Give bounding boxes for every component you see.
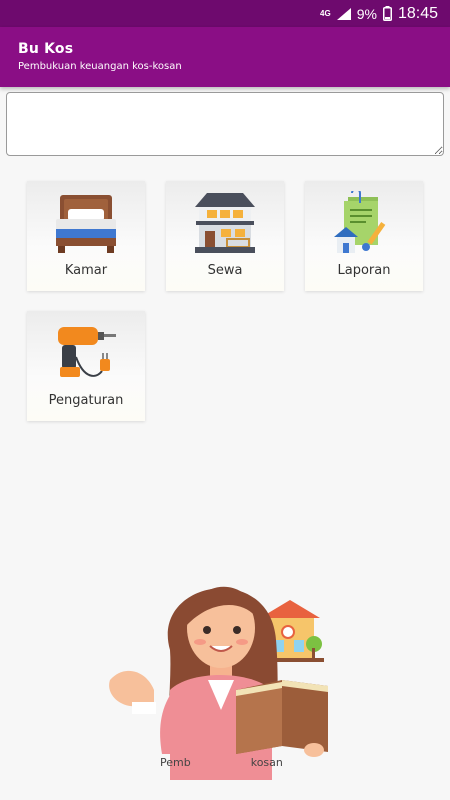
hero-caption-left: Pemb — [160, 756, 191, 769]
app-title: Bu Kos — [18, 41, 74, 57]
hero-caption: Pemb kosan — [160, 756, 300, 769]
bed-icon — [56, 195, 116, 253]
status-clock: 18:45 — [397, 4, 438, 22]
menu-tile-label: Sewa — [207, 263, 243, 278]
search-input[interactable] — [6, 92, 444, 156]
hero-caption-right: kosan — [250, 756, 283, 769]
signal-icon — [336, 7, 351, 20]
menu-tile-label: Kamar — [64, 263, 108, 278]
menu-tile-sewa[interactable]: Sewa — [166, 181, 284, 291]
menu-tile-laporan[interactable]: Laporan — [305, 181, 423, 291]
drill-icon — [58, 327, 116, 377]
menu-tile-kamar[interactable]: Kamar — [27, 181, 145, 291]
status-bar: 4G 9% 18:45 — [0, 0, 450, 27]
app-subtitle: Pembukuan keuangan kos-kosan — [18, 61, 182, 72]
network-type: 4G — [320, 8, 331, 18]
app-bar: Bu Kos Pembukuan keuangan kos-kosan — [0, 27, 450, 87]
house-icon — [195, 193, 255, 253]
menu-tile-pengaturan[interactable]: Pengaturan — [27, 311, 145, 421]
battery-percent: 9% — [356, 5, 377, 22]
battery-icon — [382, 6, 392, 21]
menu-tile-label: Laporan — [337, 263, 391, 278]
landlady-illustration — [109, 586, 328, 780]
report-icon — [334, 191, 386, 253]
menu-tile-label: Pengaturan — [48, 393, 124, 408]
